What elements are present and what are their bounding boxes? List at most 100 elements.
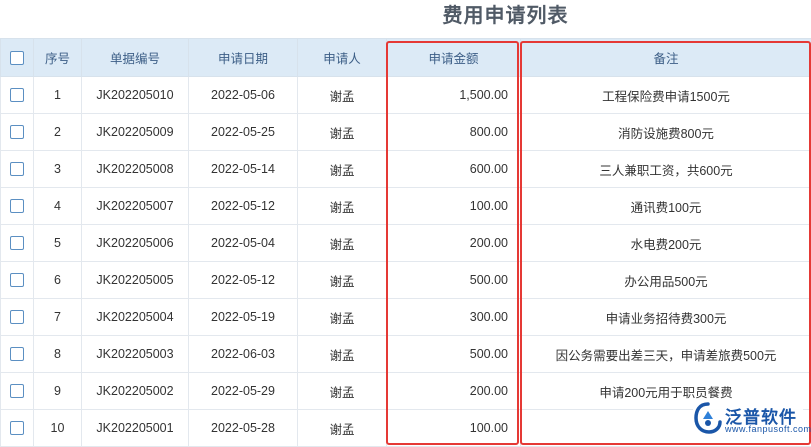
column-header-date[interactable]: 申请日期 [189, 39, 298, 77]
select-all-cell[interactable] [1, 39, 34, 77]
cell-code: JK202205006 [82, 225, 189, 262]
cell-applicant: 谢孟 [298, 336, 387, 373]
cell-remark: 三人兼职工资，共600元 [521, 151, 811, 188]
cell-amount: 800.00 [387, 114, 521, 151]
cell-code: JK202205002 [82, 373, 189, 410]
table-row[interactable]: 5JK2022050062022-05-04谢孟200.00水电费200元 [1, 225, 811, 262]
select-all-checkbox[interactable] [10, 51, 24, 65]
cell-applicant: 谢孟 [298, 262, 387, 299]
cell-code: JK202205003 [82, 336, 189, 373]
cell-index: 7 [34, 299, 82, 336]
brand-logo-icon [693, 401, 723, 435]
cell-amount: 500.00 [387, 336, 521, 373]
cell-date: 2022-05-06 [189, 77, 298, 114]
cell-code: JK202205010 [82, 77, 189, 114]
cell-code: JK202205004 [82, 299, 189, 336]
table-row[interactable]: 9JK2022050022022-05-29谢孟200.00申请200元用于职员… [1, 373, 811, 410]
cell-date: 2022-05-19 [189, 299, 298, 336]
row-select-cell[interactable] [1, 114, 34, 151]
table-header-row: 序号 单据编号 申请日期 申请人 申请金额 备注 [1, 39, 811, 77]
cell-remark: 水电费200元 [521, 225, 811, 262]
cell-date: 2022-05-28 [189, 410, 298, 447]
cell-applicant: 谢孟 [298, 151, 387, 188]
cell-applicant: 谢孟 [298, 299, 387, 336]
page-title: 费用申请列表 [0, 0, 811, 36]
cell-index: 6 [34, 262, 82, 299]
cell-applicant: 谢孟 [298, 77, 387, 114]
cell-amount: 200.00 [387, 373, 521, 410]
cell-remark: 办公用品500元 [521, 262, 811, 299]
row-select-cell[interactable] [1, 225, 34, 262]
row-checkbox[interactable] [10, 384, 24, 398]
cell-amount: 600.00 [387, 151, 521, 188]
cell-applicant: 谢孟 [298, 114, 387, 151]
table-row[interactable]: 6JK2022050052022-05-12谢孟500.00办公用品500元 [1, 262, 811, 299]
cell-index: 4 [34, 188, 82, 225]
brand-watermark: 泛普软件 www.fanpusoft.com [693, 401, 803, 441]
row-select-cell[interactable] [1, 410, 34, 447]
row-select-cell[interactable] [1, 373, 34, 410]
row-select-cell[interactable] [1, 188, 34, 225]
row-select-cell[interactable] [1, 299, 34, 336]
brand-url: www.fanpusoft.com [725, 424, 811, 434]
column-header-index[interactable]: 序号 [34, 39, 82, 77]
cell-index: 5 [34, 225, 82, 262]
cell-date: 2022-05-25 [189, 114, 298, 151]
cell-amount: 100.00 [387, 410, 521, 447]
cell-amount: 100.00 [387, 188, 521, 225]
table-row[interactable]: 8JK2022050032022-06-03谢孟500.00因公务需要出差三天，… [1, 336, 811, 373]
column-header-code[interactable]: 单据编号 [82, 39, 189, 77]
cell-code: JK202205007 [82, 188, 189, 225]
row-checkbox[interactable] [10, 162, 24, 176]
table-row[interactable]: 2JK2022050092022-05-25谢孟800.00消防设施费800元 [1, 114, 811, 151]
cell-index: 2 [34, 114, 82, 151]
cell-applicant: 谢孟 [298, 225, 387, 262]
row-checkbox[interactable] [10, 421, 24, 435]
table-row[interactable]: 4JK2022050072022-05-12谢孟100.00通讯费100元 [1, 188, 811, 225]
row-checkbox[interactable] [10, 347, 24, 361]
row-checkbox[interactable] [10, 88, 24, 102]
row-checkbox[interactable] [10, 273, 24, 287]
cell-applicant: 谢孟 [298, 410, 387, 447]
cell-date: 2022-05-12 [189, 262, 298, 299]
cell-date: 2022-05-29 [189, 373, 298, 410]
row-checkbox[interactable] [10, 125, 24, 139]
row-checkbox[interactable] [10, 236, 24, 250]
cell-amount: 500.00 [387, 262, 521, 299]
cell-code: JK202205005 [82, 262, 189, 299]
table-row[interactable]: 10JK2022050012022-05-28谢孟100.00 [1, 410, 811, 447]
row-select-cell[interactable] [1, 336, 34, 373]
row-select-cell[interactable] [1, 77, 34, 114]
cell-index: 9 [34, 373, 82, 410]
cell-remark: 消防设施费800元 [521, 114, 811, 151]
table-body: 1JK2022050102022-05-06谢孟1,500.00工程保险费申请1… [1, 77, 811, 447]
column-header-amount[interactable]: 申请金额 [387, 39, 521, 77]
row-select-cell[interactable] [1, 151, 34, 188]
cell-index: 3 [34, 151, 82, 188]
cell-amount: 300.00 [387, 299, 521, 336]
table-row[interactable]: 1JK2022050102022-05-06谢孟1,500.00工程保险费申请1… [1, 77, 811, 114]
row-select-cell[interactable] [1, 262, 34, 299]
row-checkbox[interactable] [10, 310, 24, 324]
row-checkbox[interactable] [10, 199, 24, 213]
cell-amount: 200.00 [387, 225, 521, 262]
cell-index: 10 [34, 410, 82, 447]
cell-remark: 工程保险费申请1500元 [521, 77, 811, 114]
cell-remark: 通讯费100元 [521, 188, 811, 225]
cell-date: 2022-06-03 [189, 336, 298, 373]
cell-date: 2022-05-04 [189, 225, 298, 262]
cell-date: 2022-05-14 [189, 151, 298, 188]
table-row[interactable]: 7JK2022050042022-05-19谢孟300.00申请业务招待费300… [1, 299, 811, 336]
cell-remark: 因公务需要出差三天，申请差旅费500元 [521, 336, 811, 373]
cell-applicant: 谢孟 [298, 188, 387, 225]
column-header-applicant[interactable]: 申请人 [298, 39, 387, 77]
cell-applicant: 谢孟 [298, 373, 387, 410]
table-row[interactable]: 3JK2022050082022-05-14谢孟600.00三人兼职工资，共60… [1, 151, 811, 188]
cell-date: 2022-05-12 [189, 188, 298, 225]
expense-table: 序号 单据编号 申请日期 申请人 申请金额 备注 1JK202205010202… [0, 38, 811, 447]
cell-index: 1 [34, 77, 82, 114]
cell-remark: 申请业务招待费300元 [521, 299, 811, 336]
column-header-remark[interactable]: 备注 [521, 39, 811, 77]
cell-amount: 1,500.00 [387, 77, 521, 114]
cell-code: JK202205009 [82, 114, 189, 151]
